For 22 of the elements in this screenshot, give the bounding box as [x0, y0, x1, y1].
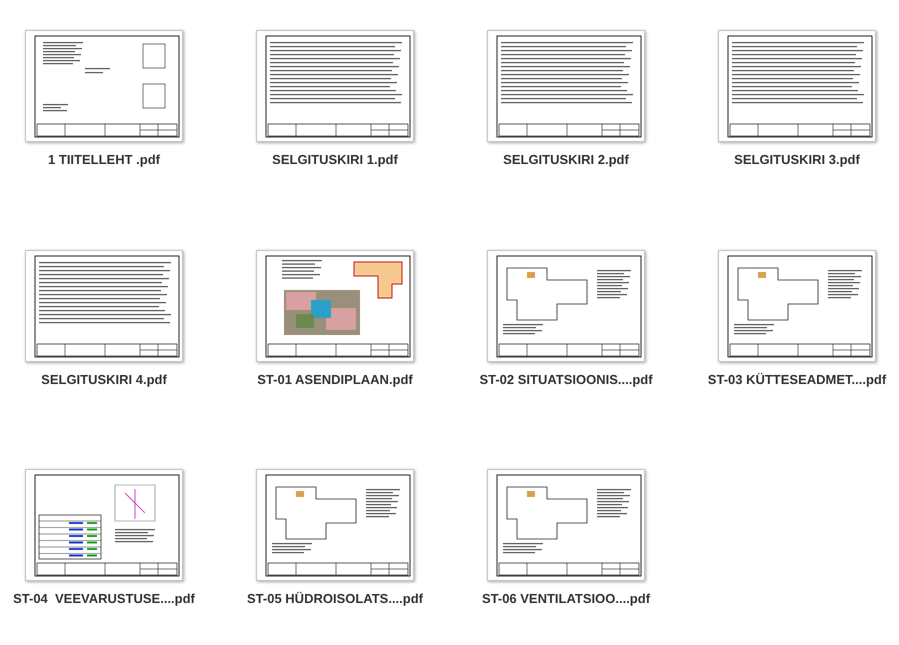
document-thumbnail-drawing[interactable] [718, 250, 876, 362]
file-name[interactable]: SELGITUSKIRI 2.pdf [503, 150, 629, 170]
document-thumbnail-drawing[interactable] [487, 250, 645, 362]
file-name[interactable]: ST-04 VEEVARUSTUSE....pdf [13, 589, 195, 608]
file-name[interactable]: SELGITUSKIRI 3.pdf [734, 150, 860, 170]
document-thumbnail-drawing[interactable] [718, 30, 876, 142]
document-thumbnail-drawing[interactable] [25, 30, 183, 142]
document-thumbnail-drawing[interactable] [25, 469, 183, 581]
file-name[interactable]: 1 TIITELLEHT .pdf [48, 150, 160, 170]
document-thumbnail-drawing[interactable] [25, 250, 183, 362]
document-thumbnail-drawing[interactable] [256, 250, 414, 362]
file-name[interactable]: ST-02 SITUATSIOONIS....pdf [479, 370, 653, 389]
file-name[interactable]: ST-03 KÜTTESEADMET....pdf [708, 370, 886, 389]
document-thumbnail-drawing[interactable] [256, 469, 414, 581]
document-thumbnail-drawing[interactable] [487, 469, 645, 581]
file-name[interactable]: ST-06 VENTILATSIOO....pdf [482, 589, 650, 608]
file-name[interactable]: SELGITUSKIRI 1.pdf [272, 150, 398, 170]
file-name[interactable]: ST-05 HÜDROISOLATS....pdf [247, 589, 423, 608]
document-thumbnail-drawing[interactable] [487, 30, 645, 142]
file-name[interactable]: ST-01 ASENDIPLAAN.pdf [257, 370, 413, 389]
document-thumbnail-drawing[interactable] [256, 30, 414, 142]
file-name[interactable]: SELGITUSKIRI 4.pdf [41, 370, 167, 389]
